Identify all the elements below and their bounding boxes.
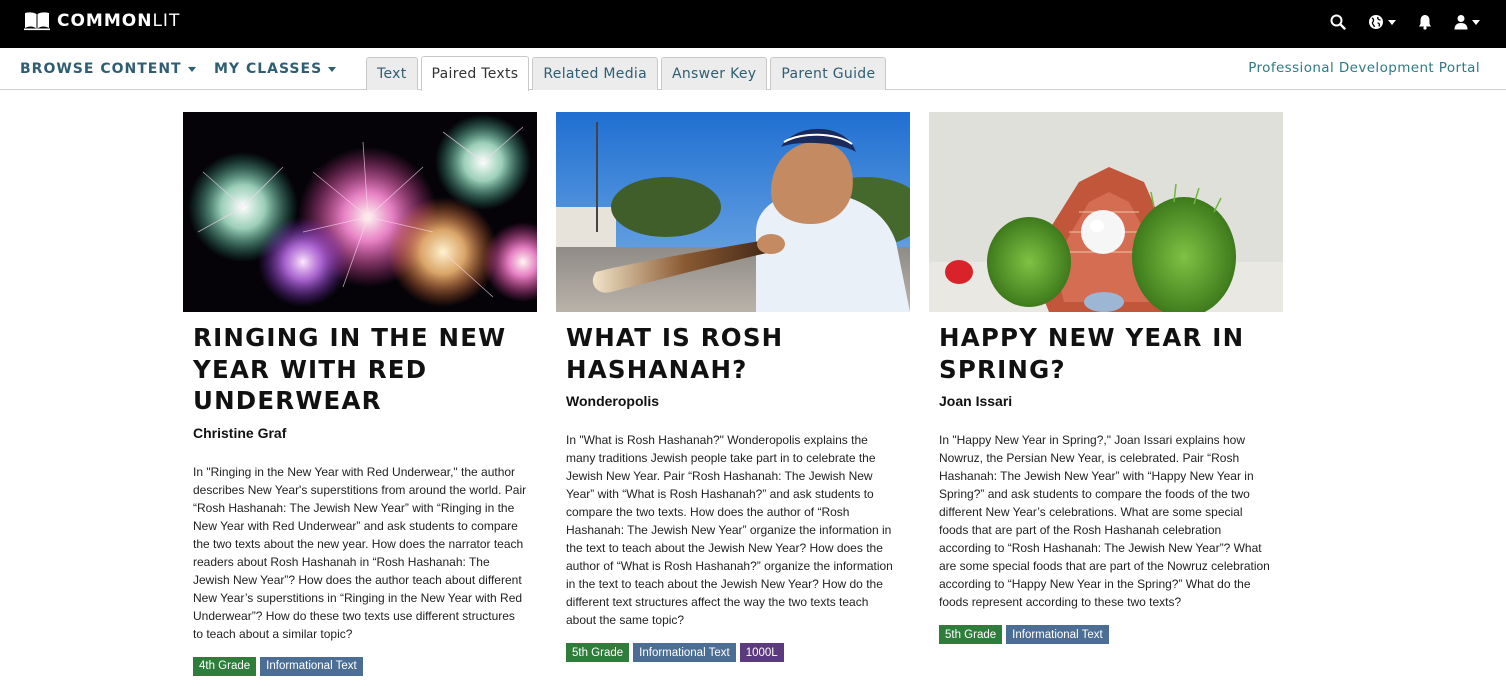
tab-text[interactable]: Text <box>366 57 418 90</box>
user-icon <box>1454 15 1468 30</box>
card-description: In "Ringing in the New Year with Red Und… <box>193 464 527 641</box>
card-author: Wonderopolis <box>566 393 660 409</box>
fireworks-illustration <box>183 112 537 312</box>
language-menu-button[interactable] <box>1368 14 1396 30</box>
search-button[interactable] <box>1330 14 1346 30</box>
card-tags: 5th Grade Informational Text <box>939 625 1273 644</box>
tab-parent-guide[interactable]: Parent Guide <box>770 57 887 90</box>
chevron-down-icon <box>1388 19 1396 25</box>
paired-text-card: WHAT IS ROSH HASHANAH? Wonderopolis In "… <box>556 112 910 662</box>
commonlit-logo[interactable]: COMMONLIT <box>24 10 180 32</box>
card-tags: 5th Grade Informational Text 1000L <box>566 643 900 662</box>
text-tabs: Text Paired Texts Related Media Answer K… <box>366 55 889 91</box>
genre-tag[interactable]: Informational Text <box>633 643 736 662</box>
fireworks-image[interactable] <box>183 112 537 312</box>
card-title[interactable]: WHAT IS ROSH HASHANAH? <box>566 322 900 385</box>
book-logo-icon <box>24 12 50 31</box>
top-bar: COMMONLIT <box>0 0 1506 48</box>
notifications-button[interactable] <box>1418 14 1432 30</box>
card-title[interactable]: RINGING IN THE NEW YEAR WITH RED UNDERWE… <box>193 322 527 417</box>
secondary-nav: BROWSE CONTENT MY CLASSES Text Paired Te… <box>0 48 1506 91</box>
card-title[interactable]: HAPPY NEW YEAR IN SPRING? <box>939 322 1273 385</box>
browse-content-label: BROWSE CONTENT <box>20 61 182 77</box>
grade-tag[interactable]: 5th Grade <box>566 643 630 662</box>
my-classes-menu[interactable]: MY CLASSES <box>214 61 337 77</box>
chevron-down-icon <box>1472 19 1480 25</box>
nowruz-table-image[interactable] <box>929 112 1283 312</box>
grade-tag[interactable]: 5th Grade <box>939 625 1003 644</box>
shofar-illustration <box>556 112 910 312</box>
professional-development-link[interactable]: Professional Development Portal <box>1248 60 1480 76</box>
card-description: In "What is Rosh Hashanah?" Wonderopolis… <box>566 433 893 627</box>
paired-text-card: RINGING IN THE NEW YEAR WITH RED UNDERWE… <box>183 112 537 676</box>
genre-tag[interactable]: Informational Text <box>260 656 363 676</box>
top-icons <box>1308 12 1480 32</box>
grade-tag[interactable]: 4th Grade <box>193 656 257 676</box>
card-description: In "Happy New Year in Spring?," Joan Iss… <box>939 433 1270 609</box>
bell-icon <box>1419 15 1431 30</box>
chevron-down-icon <box>187 66 196 72</box>
genre-tag[interactable]: Informational Text <box>1006 625 1109 644</box>
globe-icon <box>1369 15 1383 29</box>
my-classes-label: MY CLASSES <box>214 61 323 77</box>
nowruz-illustration <box>929 112 1283 312</box>
search-icon <box>1330 14 1346 30</box>
card-tags: 4th Grade Informational Text <box>193 656 527 676</box>
browse-content-menu[interactable]: BROWSE CONTENT <box>20 61 196 77</box>
paired-text-card: HAPPY NEW YEAR IN SPRING? Joan Issari In… <box>929 112 1283 644</box>
lexile-tag[interactable]: 1000L <box>739 643 784 662</box>
tab-related-media[interactable]: Related Media <box>532 57 658 90</box>
tab-answer-key[interactable]: Answer Key <box>660 57 768 90</box>
shofar-boy-image[interactable] <box>556 112 910 312</box>
logo-text: COMMONLIT <box>57 11 181 31</box>
chevron-down-icon <box>328 66 337 72</box>
card-author: Joan Issari <box>939 393 1013 409</box>
card-author: Christine Graf <box>193 424 287 441</box>
tab-paired-texts[interactable]: Paired Texts <box>420 56 530 91</box>
user-menu-button[interactable] <box>1454 14 1480 30</box>
